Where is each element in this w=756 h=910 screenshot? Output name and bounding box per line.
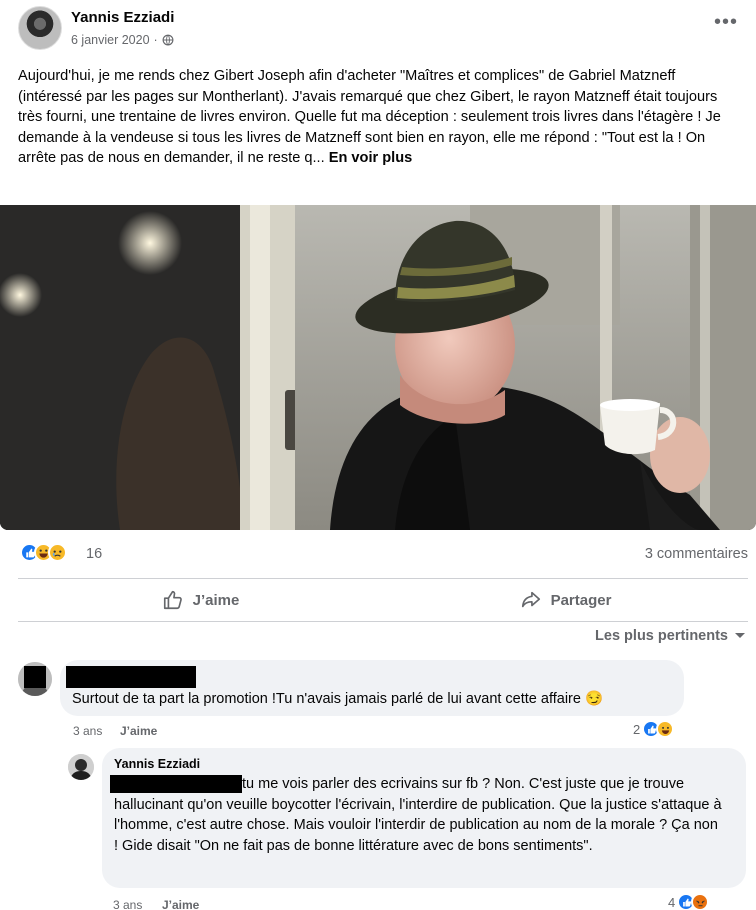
- more-horizontal-icon[interactable]: •••: [714, 12, 738, 32]
- redacted-mention: [110, 775, 242, 793]
- comment-reaction-count: 2: [633, 721, 641, 737]
- see-more-link[interactable]: En voir plus: [329, 150, 413, 166]
- author-name[interactable]: Yannis Ezziadi: [71, 9, 174, 26]
- reply-author-avatar[interactable]: [68, 754, 94, 780]
- sort-label: Les plus pertinents: [595, 628, 728, 644]
- share-label: Partager: [550, 591, 612, 609]
- comment-text: Surtout de ta part la promotion !Tu n'av…: [72, 691, 604, 707]
- reply-reactions[interactable]: 4: [668, 893, 710, 910]
- post-text: Aujourd'hui, je me rends chez Gibert Jos…: [18, 66, 738, 169]
- reply-time[interactable]: 3 ans: [113, 898, 142, 910]
- comments-count[interactable]: 3 commentaires: [645, 546, 748, 562]
- angry-icon: [691, 893, 710, 910]
- share-button[interactable]: Partager: [383, 582, 748, 618]
- share-icon: [521, 591, 540, 608]
- comment-reactions[interactable]: 2: [633, 720, 675, 738]
- reply-author-name[interactable]: Yannis Ezziadi: [114, 757, 200, 771]
- reaction-icons: [20, 543, 67, 562]
- like-button[interactable]: J’aime: [18, 582, 383, 618]
- post-header: Yannis Ezziadi 6 janvier 2020 · •••: [18, 6, 748, 52]
- comment-like-button[interactable]: J’aime: [120, 724, 157, 738]
- reaction-count[interactable]: 16: [86, 546, 102, 562]
- post-photo[interactable]: [0, 205, 756, 530]
- post-date[interactable]: 6 janvier 2020: [71, 33, 150, 47]
- divider: [18, 578, 748, 579]
- photo-illustration: [0, 205, 756, 530]
- comment-time[interactable]: 3 ans: [73, 724, 102, 738]
- reply-like-button[interactable]: J’aime: [162, 898, 199, 910]
- chevron-down-icon: [735, 633, 745, 638]
- sad-icon: [48, 543, 67, 562]
- globe-icon: [162, 34, 174, 46]
- post-actions: J’aime Partager: [18, 582, 748, 618]
- reactions-summary[interactable]: 16 3 commentaires: [20, 543, 748, 565]
- like-label: J’aime: [192, 591, 240, 609]
- redacted-name: [66, 666, 196, 688]
- reply-reaction-count: 4: [668, 894, 676, 910]
- meta-separator: ·: [153, 33, 158, 47]
- comment-sort-dropdown[interactable]: Les plus pertinents: [595, 628, 746, 644]
- author-avatar[interactable]: [18, 6, 62, 50]
- haha-icon: [656, 720, 675, 738]
- thumbs-up-icon: [163, 590, 182, 610]
- commenter-avatar[interactable]: [18, 662, 52, 696]
- divider: [18, 621, 748, 622]
- post-meta: 6 janvier 2020 ·: [71, 33, 174, 47]
